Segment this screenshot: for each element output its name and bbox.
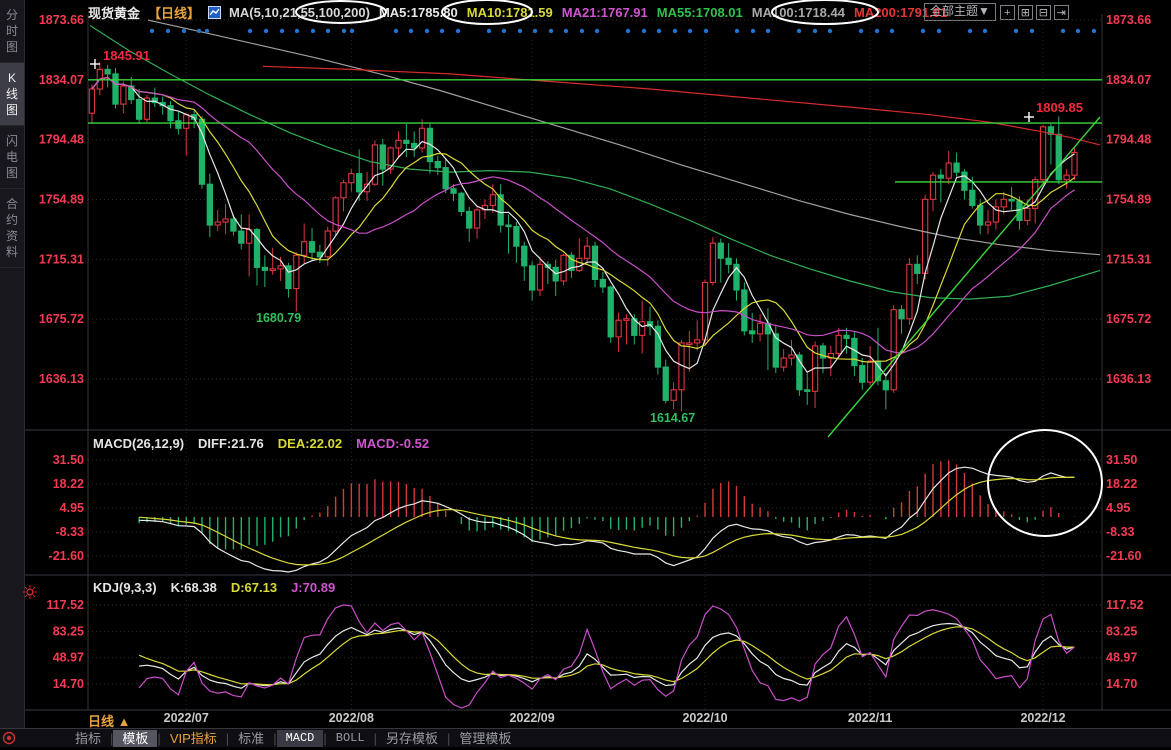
svg-text:-8.33: -8.33	[56, 525, 85, 539]
kdj-d-value: D:67.13	[231, 580, 277, 595]
svg-text:1845.91: 1845.91	[103, 48, 150, 63]
svg-text:1873.66: 1873.66	[1106, 13, 1151, 27]
svg-text:31.50: 31.50	[1106, 453, 1137, 467]
svg-text:1675.72: 1675.72	[39, 312, 84, 326]
macd-panel-header: MACD(26,12,9) DIFF:21.76 DEA:22.02 MACD:…	[93, 436, 429, 451]
bottom-tab-1[interactable]: 模板	[113, 730, 157, 747]
sidebar-item-2[interactable]: 闪电图	[0, 126, 24, 189]
svg-text:83.25: 83.25	[1106, 624, 1137, 638]
svg-text:4.95: 4.95	[1106, 501, 1130, 515]
svg-text:1794.48: 1794.48	[1106, 133, 1151, 147]
svg-text:1636.13: 1636.13	[39, 372, 84, 386]
macd-dea-value: DEA:22.02	[278, 436, 342, 451]
svg-text:2022/12: 2022/12	[1020, 711, 1065, 725]
kdj-panel-header: KDJ(9,3,3) K:68.38 D:67.13 J:70.89	[93, 580, 335, 595]
svg-text:117.52: 117.52	[46, 598, 84, 612]
kdj-k-value: K:68.38	[171, 580, 217, 595]
record-icon[interactable]	[2, 731, 16, 750]
svg-text:48.97: 48.97	[1106, 651, 1137, 665]
trading-app: { "sidebar": { "items": [ {"label":"分时图"…	[0, 0, 1171, 747]
svg-text:14.70: 14.70	[53, 677, 84, 691]
svg-text:31.50: 31.50	[53, 453, 84, 467]
svg-text:1715.31: 1715.31	[1106, 252, 1151, 266]
macd-title: MACD(26,12,9)	[93, 436, 184, 451]
svg-text:18.22: 18.22	[1106, 477, 1137, 491]
svg-text:1754.89: 1754.89	[1106, 193, 1151, 207]
svg-text:1636.13: 1636.13	[1106, 372, 1151, 386]
chart-canvas[interactable]: 1873.66 1873.66 1834.07 1834.07 1794.48 1794.…	[0, 0, 1171, 747]
bottom-tab-5[interactable]: BOLL	[327, 730, 374, 747]
bottom-tab-2[interactable]: VIP指标	[161, 730, 226, 747]
bottom-tab-3[interactable]: 标准	[229, 730, 273, 747]
bottom-tab-4[interactable]: MACD	[277, 730, 324, 747]
svg-text:1834.07: 1834.07	[39, 73, 84, 87]
sidebar-item-3[interactable]: 合约资料	[0, 189, 24, 268]
sidebar-item-1[interactable]: K线图	[0, 63, 24, 126]
bottom-tabbar: 指标|模板|VIP指标|标准|MACD|BOLL|另存模板|管理模板	[0, 728, 1171, 747]
svg-text:-21.60: -21.60	[1106, 549, 1141, 563]
svg-text:1614.67: 1614.67	[650, 411, 695, 425]
svg-text:1794.48: 1794.48	[39, 133, 84, 147]
svg-text:2022/11: 2022/11	[848, 711, 893, 725]
svg-text:18.22: 18.22	[53, 477, 84, 491]
svg-text:2022/10: 2022/10	[682, 711, 727, 725]
svg-text:117.52: 117.52	[1106, 598, 1144, 612]
svg-text:1715.31: 1715.31	[39, 252, 84, 266]
svg-text:83.25: 83.25	[53, 624, 84, 638]
svg-text:1754.89: 1754.89	[39, 193, 84, 207]
kdj-alert-icon[interactable]	[23, 585, 37, 604]
svg-text:1834.07: 1834.07	[1106, 73, 1151, 87]
svg-text:1675.72: 1675.72	[1106, 312, 1151, 326]
svg-text:2022/08: 2022/08	[329, 711, 374, 725]
svg-text:4.95: 4.95	[60, 501, 84, 515]
bottom-tab-0[interactable]: 指标	[66, 730, 110, 747]
macd-hist-value: MACD:-0.52	[356, 436, 429, 451]
svg-text:48.97: 48.97	[53, 651, 84, 665]
sidebar-item-0[interactable]: 分时图	[0, 0, 24, 63]
svg-text:1680.79: 1680.79	[256, 311, 301, 325]
bottom-tab-6[interactable]: 另存模板	[377, 730, 447, 747]
svg-text:-8.33: -8.33	[1106, 525, 1135, 539]
kdj-title: KDJ(9,3,3)	[93, 580, 157, 595]
left-sidebar: 分时图K线图闪电图合约资料	[0, 0, 25, 747]
bottom-tab-7[interactable]: 管理模板	[450, 730, 520, 747]
svg-text:1809.85: 1809.85	[1036, 100, 1083, 115]
svg-text:2022/07: 2022/07	[164, 711, 209, 725]
svg-text:2022/09: 2022/09	[510, 711, 555, 725]
kdj-j-value: J:70.89	[291, 580, 335, 595]
macd-diff-value: DIFF:21.76	[198, 436, 264, 451]
svg-text:-21.60: -21.60	[49, 549, 84, 563]
svg-text:14.70: 14.70	[1106, 677, 1137, 691]
svg-text:1873.66: 1873.66	[39, 13, 84, 27]
